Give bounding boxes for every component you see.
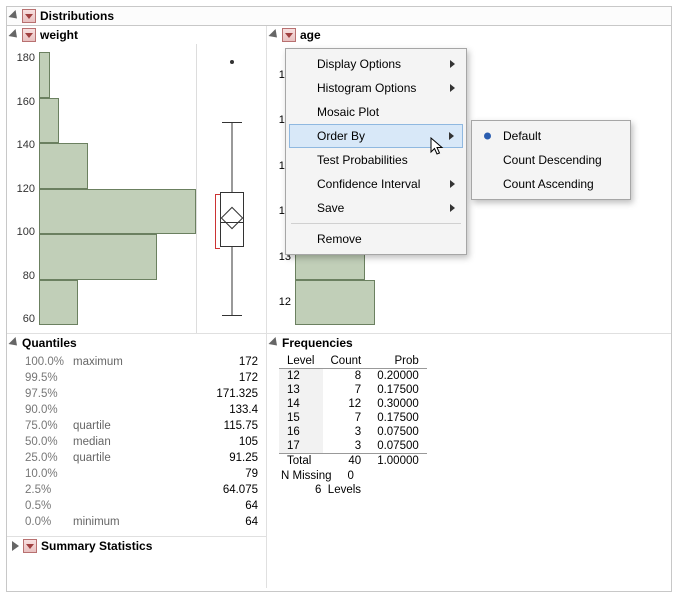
freq-header-row: Level Count Prob (279, 354, 427, 369)
menu-order-by[interactable]: Order By (289, 124, 463, 148)
quantile-row: 2.5%64.075 (25, 482, 258, 498)
boxplot-median (220, 222, 244, 223)
disclosure-triangle-icon[interactable] (268, 29, 280, 41)
weight-histogram[interactable] (39, 44, 196, 333)
summary-stats-header[interactable]: Summary Statistics (7, 536, 266, 555)
boxplot-bracket (215, 194, 220, 249)
menu-remove[interactable]: Remove (289, 227, 463, 251)
summary-stats-title: Summary Statistics (41, 539, 152, 553)
quantile-row: 75.0%quartile115.75 (25, 418, 258, 434)
boxplot-whisker-cap (222, 315, 242, 316)
submenu-default[interactable]: Default (475, 124, 627, 148)
freq-row: 1730.07500 (279, 439, 427, 454)
quantile-row: 100.0%maximum172 (25, 354, 258, 370)
boxplot-whisker (231, 122, 232, 192)
red-triangle-menu-icon[interactable] (22, 9, 36, 23)
frequencies-header[interactable]: Frequencies (267, 334, 671, 352)
boxplot-whisker (231, 247, 232, 315)
submenu-count-descending[interactable]: Count Descending (475, 148, 627, 172)
quantile-row: 99.5%172 (25, 370, 258, 386)
col-prob: Prob (369, 354, 427, 369)
freq-row: 14120.30000 (279, 397, 427, 411)
submenu-arrow-icon (450, 60, 455, 68)
quantile-row: 50.0%median105 (25, 434, 258, 450)
age-context-menu[interactable]: Display Options Histogram Options Mosaic… (285, 48, 467, 255)
menu-test-probabilities[interactable]: Test Probabilities (289, 148, 463, 172)
disclosure-triangle-icon[interactable] (8, 10, 20, 22)
menu-mosaic-plot[interactable]: Mosaic Plot (289, 100, 463, 124)
submenu-arrow-icon (450, 180, 455, 188)
col-count: Count (323, 354, 370, 369)
hist-bar[interactable] (39, 52, 50, 98)
submenu-count-ascending[interactable]: Count Ascending (475, 172, 627, 196)
submenu-arrow-icon (450, 204, 455, 212)
frequencies-title: Frequencies (282, 336, 353, 350)
menu-save[interactable]: Save (289, 196, 463, 220)
disclosure-triangle-icon[interactable] (8, 337, 20, 349)
weight-boxplot[interactable] (196, 44, 266, 333)
quantile-row: 97.5%171.325 (25, 386, 258, 402)
order-by-submenu[interactable]: Default Count Descending Count Ascending (471, 120, 631, 200)
distributions-title: Distributions (40, 9, 114, 23)
disclosure-triangle-icon[interactable] (12, 541, 19, 551)
weight-column: weight 180 160 140 120 100 80 60 (7, 26, 267, 588)
radio-selected-icon (484, 133, 491, 140)
menu-histogram-options[interactable]: Histogram Options (289, 76, 463, 100)
quantiles-table: 100.0%maximum172 99.5%172 97.5%171.325 9… (7, 352, 266, 536)
frequencies-table: Level Count Prob 1280.20000 1370.17500 1… (267, 352, 671, 502)
weight-title: weight (40, 28, 78, 42)
quantile-row: 0.5%64 (25, 498, 258, 514)
hist-bar[interactable] (39, 189, 196, 235)
freq-row: 1630.07500 (279, 425, 427, 439)
submenu-arrow-icon (450, 84, 455, 92)
quantile-row: 90.0%133.4 (25, 402, 258, 418)
menu-confidence-interval[interactable]: Confidence Interval (289, 172, 463, 196)
freq-row: 1570.17500 (279, 411, 427, 425)
boxplot-outlier (230, 60, 234, 64)
hist-bar[interactable] (39, 98, 59, 144)
hist-bar[interactable] (39, 143, 88, 189)
age-title: age (300, 28, 321, 42)
submenu-arrow-icon (449, 132, 454, 140)
menu-separator (291, 223, 461, 224)
quantiles-header[interactable]: Quantiles (7, 334, 266, 352)
n-missing: N Missing 0 (279, 468, 665, 482)
quantile-row: 25.0%quartile91.25 (25, 450, 258, 466)
red-triangle-menu-icon[interactable] (23, 539, 37, 553)
disclosure-triangle-icon[interactable] (8, 29, 20, 41)
distributions-header[interactable]: Distributions (7, 7, 671, 26)
col-level: Level (279, 354, 323, 369)
freq-total-row: Total401.00000 (279, 454, 427, 469)
weight-chart[interactable]: 180 160 140 120 100 80 60 (7, 44, 266, 334)
freq-row: 1370.17500 (279, 383, 427, 397)
quantile-row: 0.0%minimum64 (25, 514, 258, 530)
red-triangle-menu-icon[interactable] (22, 28, 36, 42)
hist-bar[interactable] (39, 280, 78, 326)
hist-bar[interactable] (295, 280, 375, 326)
freq-row: 1280.20000 (279, 369, 427, 384)
weight-axis-labels: 180 160 140 120 100 80 60 (7, 44, 39, 333)
disclosure-triangle-icon[interactable] (268, 337, 280, 349)
age-header[interactable]: age (267, 26, 671, 44)
hist-bar[interactable] (39, 234, 157, 280)
red-triangle-menu-icon[interactable] (282, 28, 296, 42)
quantiles-title: Quantiles (22, 336, 77, 350)
weight-header[interactable]: weight (7, 26, 266, 44)
menu-display-options[interactable]: Display Options (289, 52, 463, 76)
n-levels: 6 Levels (279, 482, 665, 496)
quantile-row: 10.0%79 (25, 466, 258, 482)
